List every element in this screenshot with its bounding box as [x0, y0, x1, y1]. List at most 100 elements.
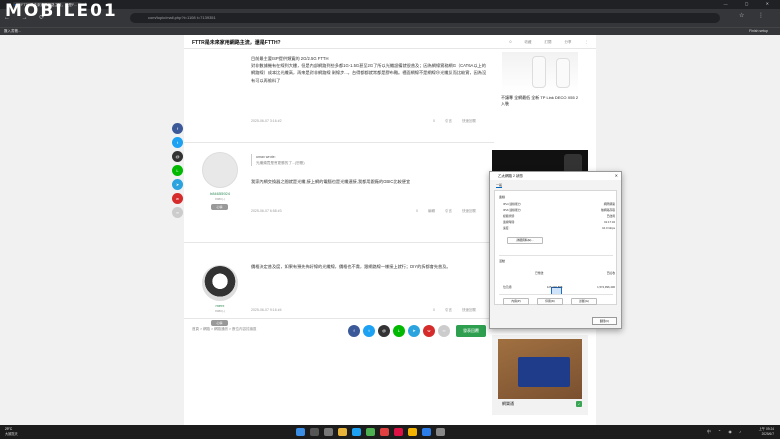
file-explorer-icon[interactable]: [338, 428, 347, 436]
dialog-title: 乙太網路 2 狀態: [490, 172, 621, 180]
store-icon[interactable]: [366, 428, 375, 436]
date: 2025/6/7: [761, 431, 774, 436]
avatar[interactable]: [202, 152, 238, 188]
chrome-icon[interactable]: [408, 428, 417, 436]
finish-setup-link[interactable]: Finish setup: [749, 29, 768, 33]
bytes-label: 位元組:: [503, 285, 513, 289]
quick-reply-button[interactable]: 快速回覆: [462, 119, 476, 124]
thread-header: FTTR是未來家用網路主流，還是FTTH? 0 收藏 訂閱 分享 ⋮: [184, 35, 596, 49]
threads-share-icon[interactable]: @: [172, 151, 183, 162]
row-value: 無網路存取: [601, 208, 615, 212]
product-image: [498, 339, 582, 399]
quote-button[interactable]: 引言: [445, 119, 452, 124]
row-value: 已啟用: [606, 214, 615, 218]
telegram-share-icon[interactable]: ➤: [172, 179, 183, 190]
mobile01-logo: MOBILE01: [5, 1, 118, 21]
product-card-1[interactable]: 不讓專 全網最低 全新 TP Link DECO X55 2 入裝: [492, 50, 588, 120]
details-button[interactable]: 詳細資料(E)...: [507, 237, 543, 244]
like-button[interactable]: 0: [433, 308, 435, 313]
reply-button[interactable]: 發表回覆: [456, 325, 486, 337]
close-button[interactable]: 關閉(C): [592, 317, 617, 325]
quick-reply-button[interactable]: 快速回覆: [462, 209, 476, 214]
copy-link-share-icon[interactable]: ∞: [172, 207, 183, 218]
app-icon[interactable]: [422, 428, 431, 436]
category-badge: ✓: [576, 401, 582, 407]
app-icon[interactable]: [394, 428, 403, 436]
post-4: merx 8080(-) 價格決定普及度，如果有預先佈好線的光纖線，價格也不貴，…: [184, 243, 494, 319]
row-label: 連線時間:: [503, 220, 515, 224]
facebook-share-icon[interactable]: f: [172, 123, 183, 134]
threads-share-icon[interactable]: @: [378, 325, 390, 337]
row-ipv6: IPv6 連線能力: 無網路存取: [503, 208, 615, 212]
dialog-close-icon[interactable]: ✕: [615, 172, 618, 180]
app-icon[interactable]: [380, 428, 389, 436]
like-button[interactable]: 0: [416, 209, 418, 214]
more-menu-icon[interactable]: ⋮: [585, 40, 589, 45]
address-bar[interactable]: com/topic/mail.php?t=1108 t=7139351: [130, 13, 720, 23]
facebook-share-icon[interactable]: f: [348, 325, 360, 337]
row-media-state: 媒體狀態: 已啟用: [503, 214, 615, 218]
like-count[interactable]: 0: [510, 40, 512, 45]
row-label: 媒體狀態:: [503, 214, 515, 218]
search-icon[interactable]: [310, 428, 319, 436]
subscribe-button[interactable]: 訂閱: [545, 40, 552, 45]
bytes-row: 位元組: 125,202,585 1,574,996,400: [503, 285, 615, 289]
task-view-icon[interactable]: [324, 428, 333, 436]
post-actions: 0 引言 快速回覆: [433, 308, 476, 313]
start-icon[interactable]: [296, 428, 305, 436]
line-share-icon[interactable]: L: [172, 165, 183, 176]
post-body: 我家內網交換器之間就是光纖,接上網的電腦也是光纖連接,我都用跟廠的GBIC比較便…: [251, 179, 411, 184]
row-value: 10.0 Gbps: [602, 226, 615, 230]
import-bookmarks-link[interactable]: 匯入書籤...: [4, 29, 21, 34]
product-title[interactable]: 不讓專 全網最低 全新 TP Link DECO X55 2 入裝: [501, 95, 581, 107]
bytes-received: 1,574,996,400: [597, 285, 615, 289]
like-button[interactable]: 0: [433, 119, 435, 124]
disable-button[interactable]: 停用(D): [537, 298, 563, 305]
product-card-3[interactable]: 網樂通 ✓: [492, 335, 588, 415]
share-button[interactable]: 分享: [565, 40, 572, 45]
weather-condition: 大致陰天: [5, 431, 18, 436]
copy-link-share-icon[interactable]: ∞: [438, 325, 450, 337]
settings-icon[interactable]: [436, 428, 445, 436]
thread-actions: 0 收藏 訂閱 分享 ⋮: [510, 40, 588, 45]
windows-taskbar: 29°C 大致陰天 中 ⌃ ◉ ♪ 上午 09:24 2025/6/7: [0, 425, 780, 439]
diagnose-button[interactable]: 診斷(G): [571, 298, 597, 305]
edit-button[interactable]: 編輯: [428, 209, 435, 214]
product-title[interactable]: 網樂通: [502, 401, 582, 407]
window-controls[interactable]: — ▢ ✕: [724, 1, 777, 6]
user-points: 8080(-): [215, 309, 225, 313]
quote-button[interactable]: 引言: [445, 209, 452, 214]
quote-author: umax wrote:: [256, 155, 276, 159]
system-tray-icons[interactable]: 中 ⌃ ◉ ♪: [707, 429, 744, 435]
user-name[interactable]: h84655924: [192, 191, 248, 196]
ethernet-status-dialog: 乙太網路 2 狀態 ✕ 一般 連線 IPv4 連線能力: 網際網路 IPv6 連線…: [489, 171, 622, 329]
divider: [499, 294, 613, 295]
row-value: 01:17:32: [604, 220, 615, 224]
edge-icon[interactable]: [352, 428, 361, 436]
received-label: 已接收: [606, 271, 615, 275]
clock[interactable]: 上午 09:24 2025/6/7: [759, 427, 774, 436]
toolbar-icons[interactable]: ☆ ⋮: [739, 12, 770, 19]
url-text: com/topic/mail.php?t=1108 t=7139351: [148, 15, 216, 20]
thread-title: FTTR是未來家用網路主流，還是FTTH?: [192, 40, 281, 46]
quote-block: umax wrote: 光纖頻寬是會更勝的了...(恕刪): [251, 154, 305, 166]
twitter-share-icon[interactable]: t: [363, 325, 375, 337]
tab-general[interactable]: 一般: [496, 183, 503, 188]
twitter-share-icon[interactable]: t: [172, 137, 183, 148]
line-share-icon[interactable]: L: [393, 325, 405, 337]
row-ipv4: IPv4 連線能力: 網際網路: [503, 202, 615, 206]
user-badge: 心情: [211, 204, 228, 210]
quote-button[interactable]: 引言: [445, 308, 452, 313]
user-name[interactable]: merx: [192, 303, 248, 308]
telegram-share-icon[interactable]: ➤: [408, 325, 420, 337]
weather-widget[interactable]: 29°C 大致陰天: [5, 427, 18, 436]
breadcrumb[interactable]: 首頁 > 網路 > 網路通訊 > 數位內容討論區: [192, 327, 256, 332]
user-badge: 心情: [211, 320, 228, 326]
weibo-share-icon[interactable]: w: [423, 325, 435, 337]
avatar[interactable]: [202, 265, 238, 301]
quote-text: 光纖頻寬是會更勝的了...(恕刪): [256, 161, 305, 165]
properties-button[interactable]: 內容(P): [503, 298, 529, 305]
quick-reply-button[interactable]: 快速回覆: [462, 308, 476, 313]
weibo-share-icon[interactable]: w: [172, 193, 183, 204]
bookmark-button[interactable]: 收藏: [525, 40, 532, 45]
